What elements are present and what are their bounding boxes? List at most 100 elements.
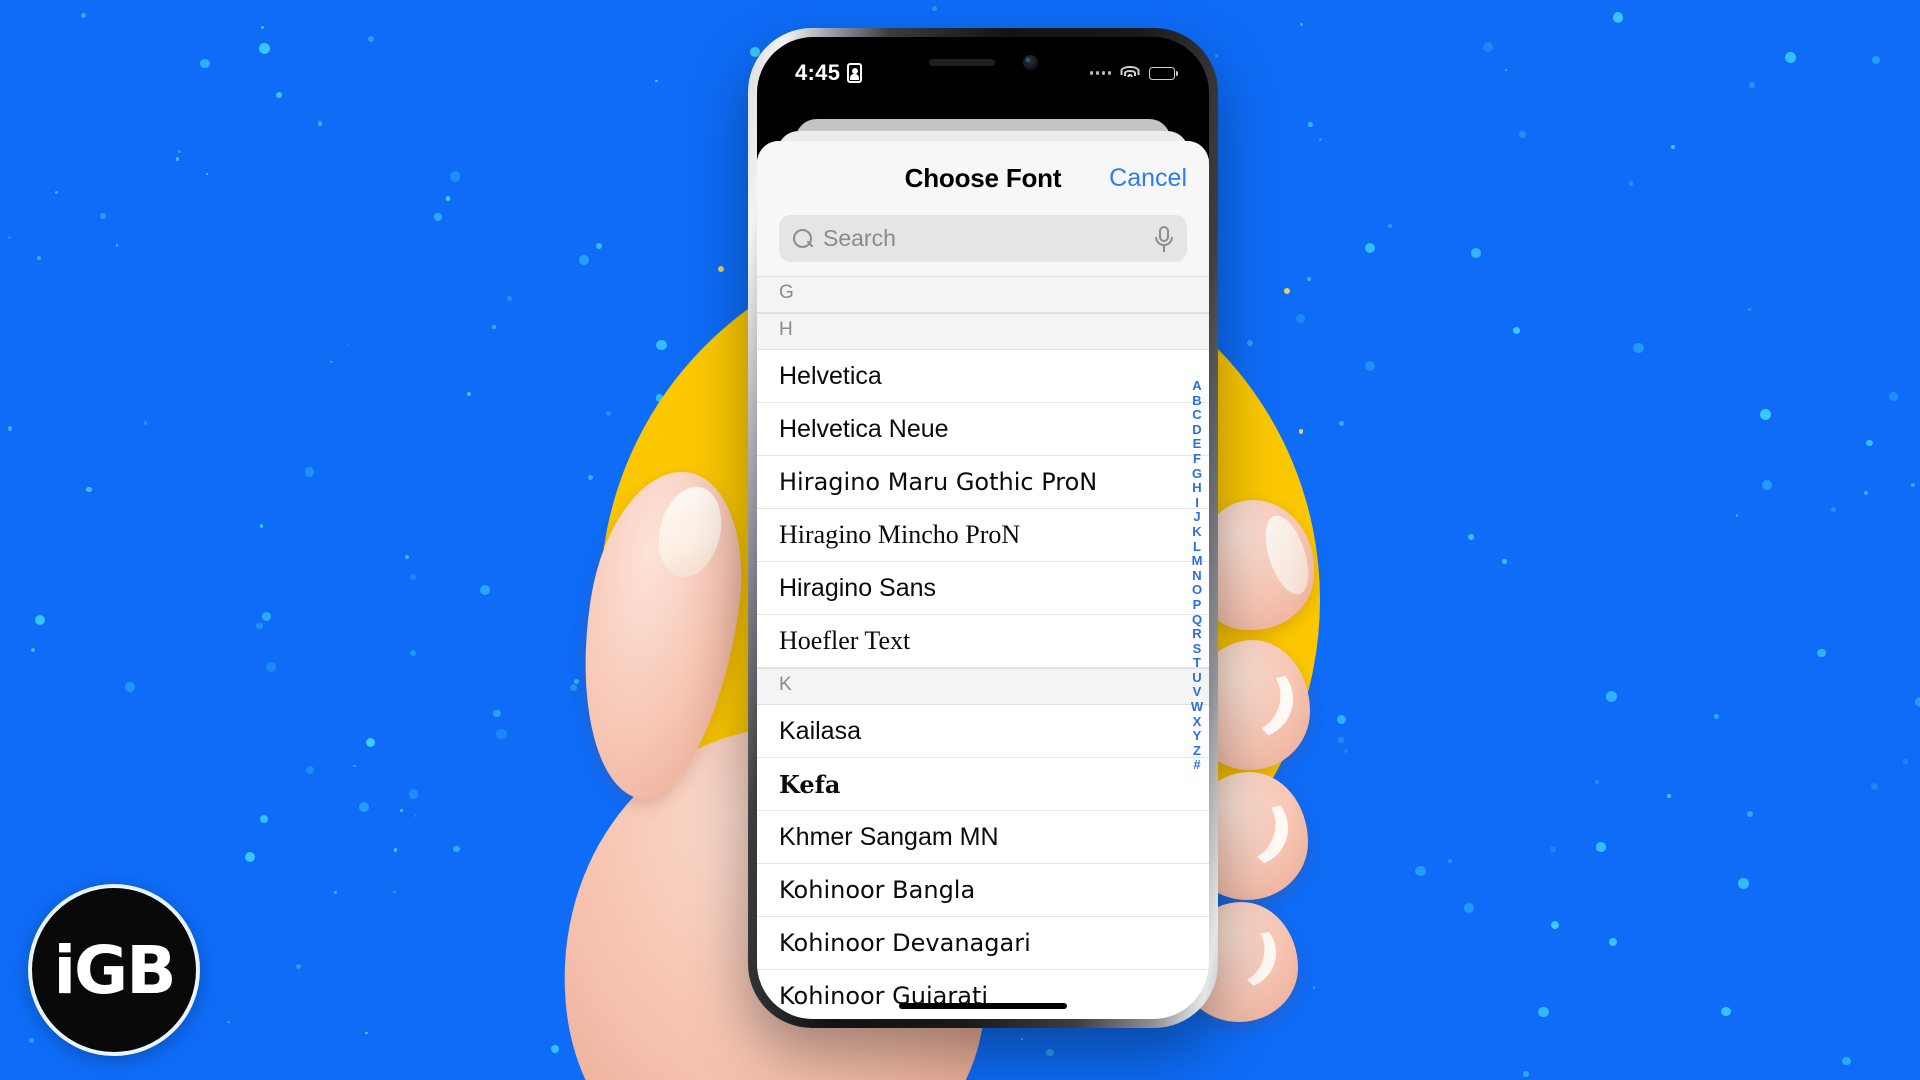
font-row[interactable]: Hoefler Text <box>757 615 1209 668</box>
background-dot <box>792 1055 798 1061</box>
index-letter-P[interactable]: P <box>1190 597 1204 613</box>
background-dot <box>1842 1056 1851 1066</box>
index-letter-F[interactable]: F <box>1190 451 1204 467</box>
battery-icon <box>1149 66 1178 80</box>
index-scrubber[interactable]: A B C D E F G H I J K L M N O P Q R S T U V W X Y Z # <box>1190 378 1204 773</box>
index-letter-V[interactable]: V <box>1190 685 1204 700</box>
background-dot <box>124 682 135 693</box>
index-letter-I[interactable]: I <box>1190 495 1204 511</box>
font-row[interactable]: Hiragino Sans <box>757 562 1209 615</box>
background-dot <box>305 765 314 775</box>
font-row[interactable]: Hiragino Maru Gothic ProN <box>757 456 1209 509</box>
background-dot <box>434 213 442 221</box>
background-dot <box>466 391 472 397</box>
background-dot <box>1338 737 1345 744</box>
background-dot <box>1365 242 1375 253</box>
index-letter-O[interactable]: O <box>1190 583 1204 598</box>
font-row[interactable]: Helvetica <box>757 350 1209 403</box>
cancel-button[interactable]: Cancel <box>1109 164 1187 193</box>
index-letter-G[interactable]: G <box>1190 466 1204 482</box>
index-letter-N[interactable]: N <box>1190 568 1204 584</box>
background-dot <box>399 808 404 813</box>
background-dot <box>1830 506 1836 512</box>
background-dot <box>550 1045 559 1054</box>
background-dot <box>36 255 42 261</box>
background-dot <box>1319 138 1322 142</box>
background-dot <box>1343 749 1348 753</box>
search-row <box>779 203 1187 276</box>
font-row[interactable]: Kohinoor Gujarati <box>757 970 1209 1019</box>
background-dot <box>353 764 356 768</box>
search-field[interactable] <box>779 215 1187 262</box>
index-letter-H[interactable]: H <box>1190 481 1204 496</box>
font-list[interactable]: G H Helvetica Helvetica Neue Hiragino Maru G… <box>757 276 1209 1019</box>
font-row[interactable]: Helvetica Neue <box>757 403 1209 456</box>
background-dot <box>1046 1048 1054 1057</box>
sheet-header: Choose Font Cancel <box>757 141 1209 276</box>
microphone-icon[interactable] <box>1155 225 1173 252</box>
background-dot <box>54 190 58 194</box>
background-dot <box>1220 907 1230 918</box>
background-dot <box>507 296 512 301</box>
search-input[interactable] <box>823 225 1145 252</box>
index-letter-R[interactable]: R <box>1190 626 1204 642</box>
index-letter-D[interactable]: D <box>1190 422 1204 438</box>
font-row[interactable]: Hiragino Mincho ProN <box>757 509 1209 562</box>
index-letter-W[interactable]: W <box>1190 699 1204 715</box>
speaker-grille-icon <box>928 58 995 66</box>
background-dot <box>1633 342 1644 354</box>
index-letter-J[interactable]: J <box>1190 510 1204 525</box>
background-dot <box>1713 713 1720 720</box>
background-dot <box>1504 68 1508 72</box>
background-dot <box>1312 986 1316 989</box>
index-letter-M[interactable]: M <box>1190 554 1204 569</box>
background-dot <box>115 244 119 248</box>
background-dot <box>404 554 409 559</box>
background-dot <box>1910 482 1916 487</box>
background-dot <box>1415 865 1426 877</box>
background-dot <box>393 890 396 893</box>
background-dot <box>393 848 398 852</box>
font-row[interactable]: Kohinoor Devanagari <box>757 917 1209 970</box>
index-letter-Z[interactable]: Z <box>1190 743 1204 759</box>
accent-circle-dot <box>717 265 725 272</box>
index-letter-S[interactable]: S <box>1190 641 1204 657</box>
background-dot <box>1670 145 1675 150</box>
background-dot <box>408 789 419 800</box>
background-dot <box>1915 696 1920 708</box>
index-letter-L[interactable]: L <box>1190 539 1204 555</box>
background-dot <box>1549 846 1556 853</box>
index-letter-C[interactable]: C <box>1190 408 1204 423</box>
background-dot <box>1214 54 1219 58</box>
background-dot <box>1308 122 1313 127</box>
background-dot <box>1871 783 1879 791</box>
background-dot <box>1903 759 1908 764</box>
font-row[interactable]: Kailasa <box>757 705 1209 758</box>
background-dot <box>1364 360 1376 371</box>
index-letter-X[interactable]: X <box>1190 714 1204 730</box>
index-letter-E[interactable]: E <box>1190 437 1204 452</box>
home-indicator[interactable] <box>899 1003 1067 1009</box>
background-dot <box>453 845 460 853</box>
background-dot <box>569 684 578 692</box>
font-row[interactable]: Kohinoor Bangla <box>757 864 1209 917</box>
background-dot <box>1448 859 1453 863</box>
background-dot <box>259 42 270 54</box>
font-row[interactable]: Khmer Sangam MN <box>757 811 1209 864</box>
index-letter-A[interactable]: A <box>1190 378 1204 394</box>
background-dot <box>35 614 46 625</box>
font-row[interactable]: Kefa <box>757 758 1209 811</box>
index-letter-T[interactable]: T <box>1190 656 1204 671</box>
index-letter-K[interactable]: K <box>1190 524 1204 540</box>
background-dot <box>496 728 507 739</box>
background-dot <box>259 524 264 528</box>
index-letter-#[interactable]: # <box>1190 758 1204 773</box>
background-dot <box>100 213 106 219</box>
index-letter-Q[interactable]: Q <box>1190 612 1204 628</box>
index-letter-U[interactable]: U <box>1190 670 1204 686</box>
background-dot <box>492 325 496 329</box>
index-letter-B[interactable]: B <box>1190 393 1204 409</box>
background-dot <box>1523 1071 1529 1077</box>
background-dot <box>1295 314 1305 324</box>
index-letter-Y[interactable]: Y <box>1190 729 1204 744</box>
